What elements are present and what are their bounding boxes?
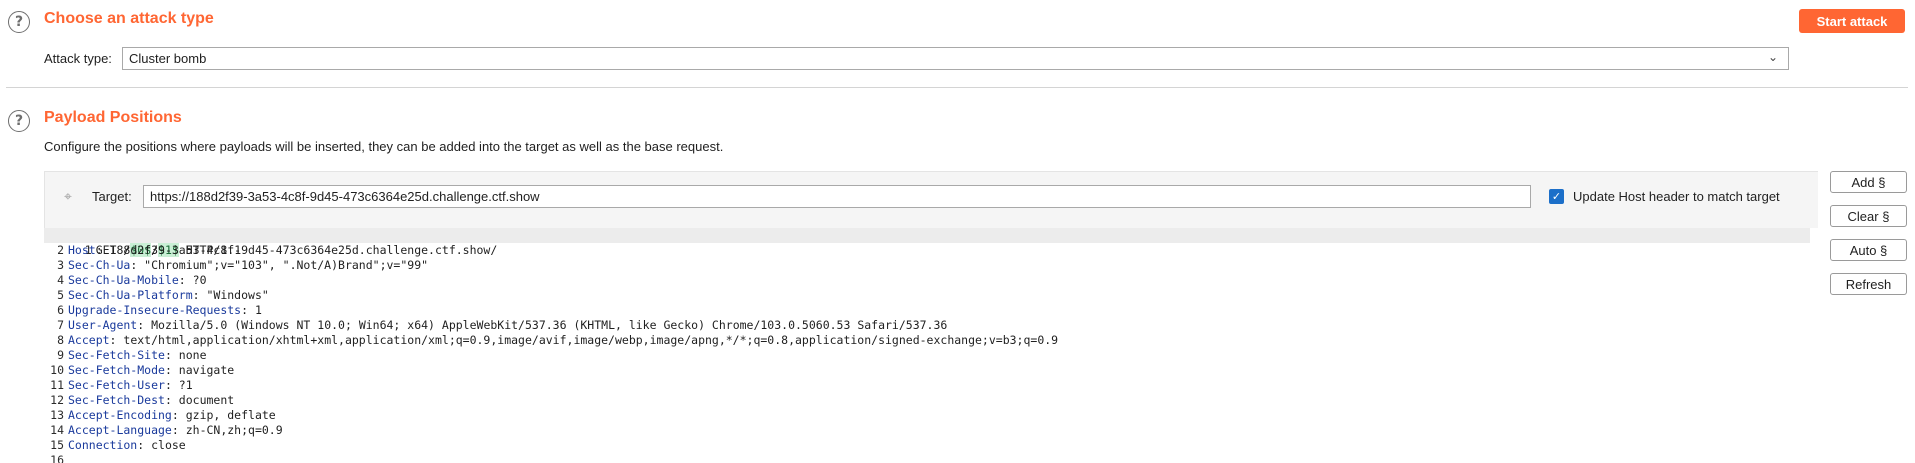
line-number: 4	[57, 273, 64, 287]
chevron-down-icon: ⌄	[1767, 50, 1778, 64]
header-name: Sec-Fetch-Mode	[68, 363, 165, 377]
header-value: navigate	[178, 363, 235, 377]
update-host-label: Update Host header to match target	[1573, 189, 1780, 204]
line-number: 12	[50, 393, 64, 407]
header-line: 6 Upgrade-Insecure-Requests: 1	[44, 303, 1810, 318]
empty-line: 16	[44, 453, 1810, 463]
header-name: Accept-Language	[68, 423, 172, 437]
header-name: Sec-Ch-Ua-Platform	[68, 288, 193, 302]
line-number: 3	[57, 258, 64, 272]
header-value: Mozilla/5.0 (Windows NT 10.0; Win64; x64…	[151, 318, 948, 332]
line-number: 10	[50, 363, 64, 377]
update-host-checkbox[interactable]: ✓	[1549, 189, 1564, 204]
header-value: ?1	[178, 378, 193, 392]
refresh-button[interactable]: Refresh	[1830, 273, 1907, 295]
header-value: 188d2f39-3a53-4c8f-9d45-473c6364e25d.cha…	[109, 243, 498, 257]
header-value: none	[178, 348, 207, 362]
line-number: 11	[50, 378, 64, 392]
header-value: document	[178, 393, 235, 407]
target-input[interactable]: https://188d2f39-3a53-4c8f-9d45-473c6364…	[143, 185, 1531, 208]
line-number: 2	[57, 243, 64, 257]
header-value: gzip, deflate	[185, 408, 276, 422]
payload-positions-title: Payload Positions	[44, 109, 182, 126]
attack-type-title: Choose an attack type	[44, 10, 214, 27]
attack-type-value: Cluster bomb	[129, 51, 207, 66]
line-number: 16	[50, 453, 64, 463]
header-name: Sec-Fetch-Site	[68, 348, 165, 362]
start-attack-button[interactable]: Start attack	[1799, 9, 1905, 33]
header-value: text/html,application/xhtml+xml,applicat…	[123, 333, 1059, 347]
section-divider	[6, 87, 1908, 88]
header-line: 8 Accept: text/html,application/xhtml+xml…	[44, 333, 1810, 348]
header-value: zh-CN,zh;q=0.9	[185, 423, 283, 437]
crosshair-icon: ⌖	[64, 189, 72, 205]
header-value: 1	[254, 303, 262, 317]
header-name: User-Agent	[68, 318, 138, 332]
header-value: "Windows"	[206, 288, 269, 302]
header-name: Accept	[68, 333, 110, 347]
request-editor[interactable]: 1 GET /$0$/$1$ HTTP/1.1 2 Host: 188d2f39-3…	[44, 228, 1818, 463]
header-line: 9 Sec-Fetch-Site: none	[44, 348, 1810, 363]
header-name: Connection	[68, 438, 138, 452]
line-number: 6	[57, 303, 64, 317]
header-name: Accept-Encoding	[68, 408, 172, 422]
line-number: 9	[57, 348, 64, 362]
auto-markers-button[interactable]: Auto §	[1830, 239, 1907, 261]
help-icon[interactable]: ?	[8, 110, 30, 132]
line-number: 15	[50, 438, 64, 452]
header-line: 12 Sec-Fetch-Dest: document	[44, 393, 1810, 408]
header-line: 15 Connection: close	[44, 438, 1810, 453]
header-line: 7 User-Agent: Mozilla/5.0 (Windows NT 10.…	[44, 318, 1810, 333]
header-name: Sec-Ch-Ua	[68, 258, 131, 272]
header-line: 14 Accept-Language: zh-CN,zh;q=0.9	[44, 423, 1810, 438]
line-number: 8	[57, 333, 64, 347]
header-value: "Chromium";v="103", ".Not/A)Brand";v="99…	[144, 258, 429, 272]
header-line: 5 Sec-Ch-Ua-Platform: "Windows"	[44, 288, 1810, 303]
clear-markers-button[interactable]: Clear §	[1830, 205, 1907, 227]
header-value: ?0	[192, 273, 207, 287]
line-number: 7	[57, 318, 64, 332]
header-line: 4 Sec-Ch-Ua-Mobile: ?0	[44, 273, 1810, 288]
attack-type-label: Attack type:	[44, 51, 112, 66]
header-name: Sec-Fetch-Dest	[68, 393, 165, 407]
header-line: 2 Host: 188d2f39-3a53-4c8f-9d45-473c6364e…	[44, 243, 1810, 258]
line-number: 13	[50, 408, 64, 422]
header-line: 13 Accept-Encoding: gzip, deflate	[44, 408, 1810, 423]
header-name: Sec-Fetch-User	[68, 378, 165, 392]
header-name: Sec-Ch-Ua-Mobile	[68, 273, 179, 287]
checkmark-icon: ✓	[1551, 190, 1562, 203]
header-line: 10 Sec-Fetch-Mode: navigate	[44, 363, 1810, 378]
target-label: Target:	[92, 189, 132, 204]
header-line: 11 Sec-Fetch-User: ?1	[44, 378, 1810, 393]
add-marker-button[interactable]: Add §	[1830, 171, 1907, 193]
help-icon[interactable]: ?	[8, 11, 30, 33]
header-line: 3 Sec-Ch-Ua: "Chromium";v="103", ".Not/A)…	[44, 258, 1810, 273]
header-value: close	[151, 438, 186, 452]
line-number: 14	[50, 423, 64, 437]
header-name: Host	[68, 243, 96, 257]
line-number: 5	[57, 288, 64, 302]
payload-positions-description: Configure the positions where payloads w…	[44, 139, 724, 154]
request-line: 1 GET /$0$/$1$ HTTP/1.1	[44, 228, 1810, 257]
attack-type-select[interactable]: Cluster bomb ⌄	[122, 47, 1789, 70]
header-name: Upgrade-Insecure-Requests	[68, 303, 242, 317]
